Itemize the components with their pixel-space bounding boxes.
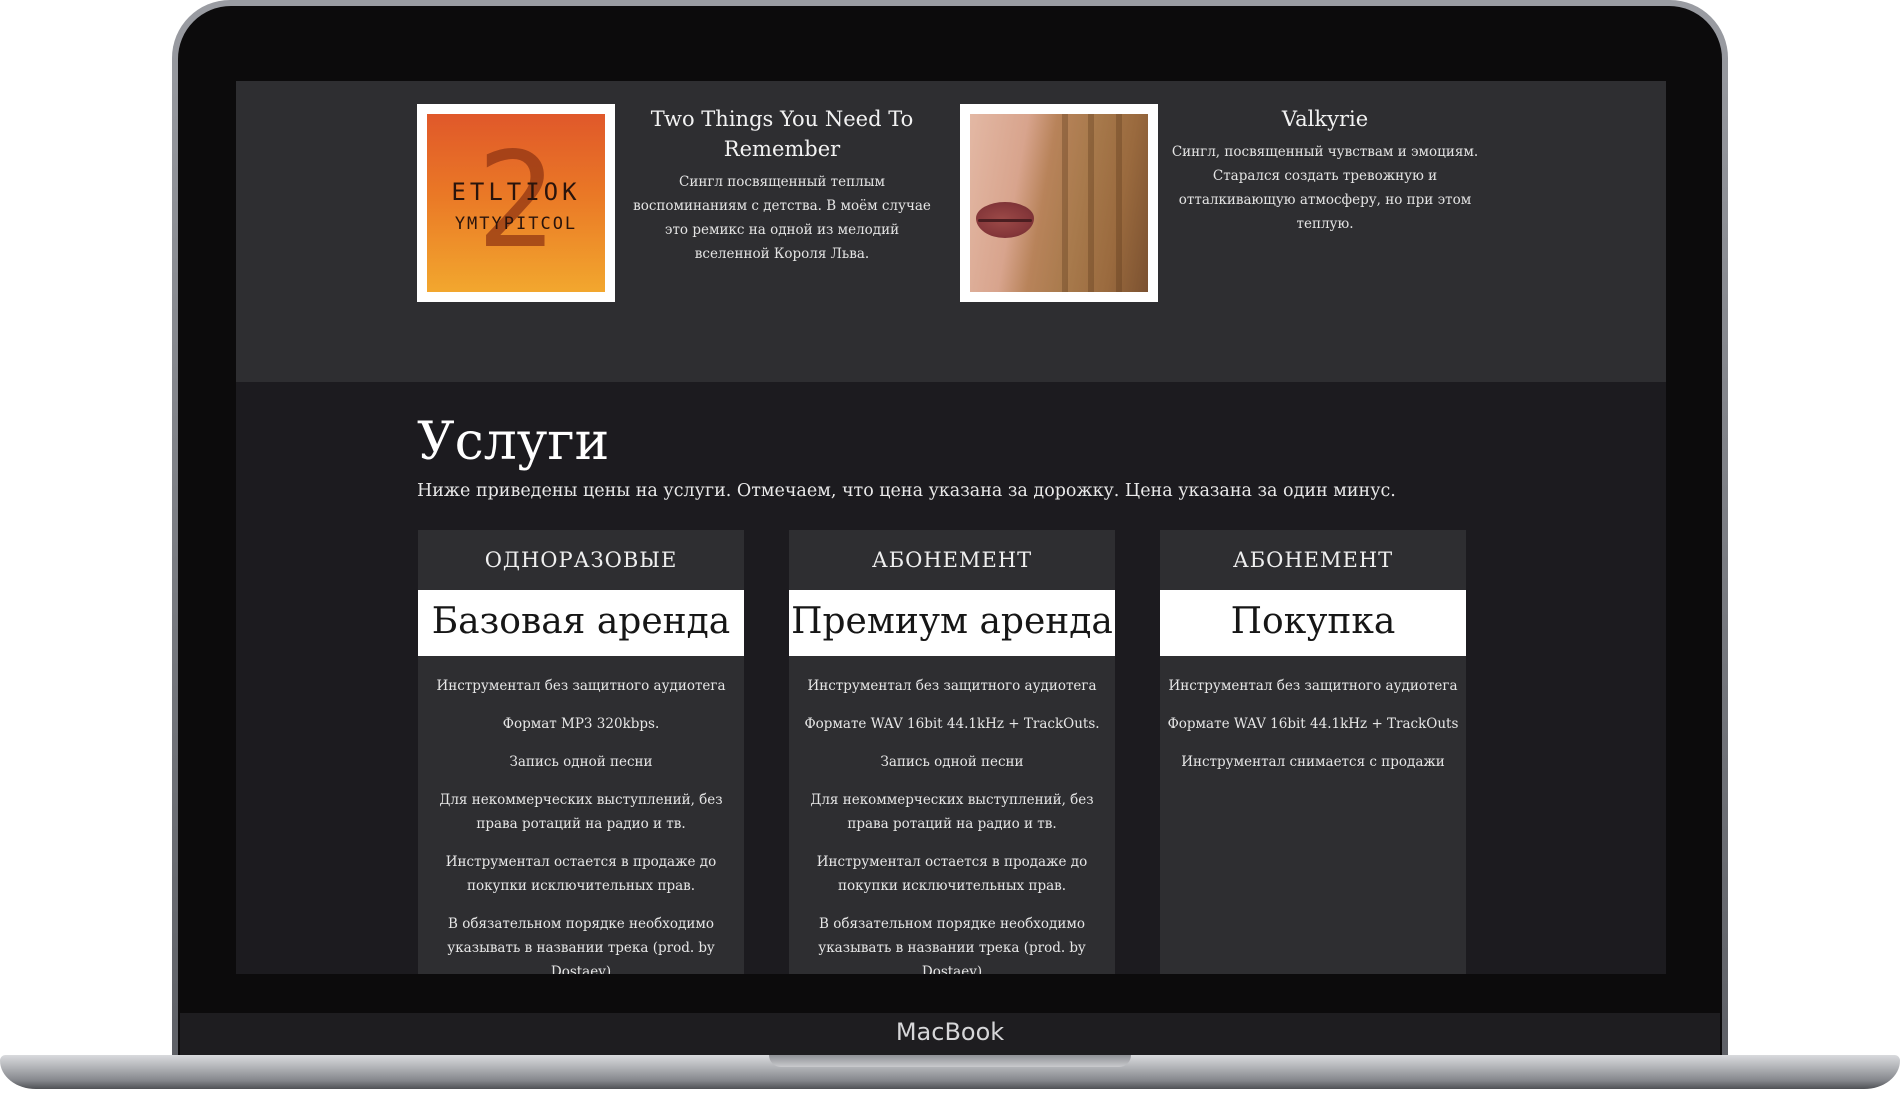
release-info: Two Things You Need To Remember Сингл по… bbox=[627, 104, 937, 266]
plan-feature: Формат MP3 320kbps. bbox=[502, 716, 660, 732]
release-cover[interactable]: 2 ETLTIOK YMTYPITCOL bbox=[417, 104, 615, 302]
release-title[interactable]: Valkyrie bbox=[1170, 104, 1480, 134]
release-title[interactable]: Two Things You Need To Remember bbox=[627, 104, 937, 164]
plan-feature: Формате WAV 16bit 44.1kHz + TrackOuts bbox=[1167, 716, 1459, 732]
plan-features: Инструментал без защитного аудиотега Фор… bbox=[418, 656, 744, 974]
hair-texture bbox=[1062, 114, 1068, 292]
laptop-brand-label: MacBook bbox=[895, 1018, 1005, 1046]
plan-feature: Инструментал без защитного аудиотега bbox=[1168, 678, 1458, 694]
plan-feature: Инструментал без защитного аудиотега bbox=[436, 678, 726, 694]
hair-texture bbox=[1088, 114, 1094, 292]
releases-section: 2 ETLTIOK YMTYPITCOL Two Things You Need… bbox=[236, 81, 1666, 382]
pricing-card: АБОНЕМЕНТ Премиум аренда Инструментал бе… bbox=[789, 530, 1115, 974]
release-info: Valkyrie Сингл, посвященный чувствам и э… bbox=[1170, 104, 1480, 236]
cover-art-letters-bottom: YMTYPITCOL bbox=[454, 214, 578, 234]
plan-feature: Для некоммерческих выступлений, без прав… bbox=[810, 792, 1094, 832]
plan-name[interactable]: Премиум аренда bbox=[789, 590, 1115, 656]
laptop-hinge-notch bbox=[769, 1055, 1131, 1067]
services-intro: Ниже приведены цены на услуги. Отмечаем,… bbox=[417, 481, 1396, 501]
plan-feature: Для некоммерческих выступлений, без прав… bbox=[439, 792, 723, 832]
plan-name[interactable]: Базовая аренда bbox=[418, 590, 744, 656]
release-card: Valkyrie Сингл, посвященный чувствам и э… bbox=[960, 104, 1550, 314]
plan-type: АБОНЕМЕНТ bbox=[1232, 548, 1394, 572]
screen: 2 ETLTIOK YMTYPITCOL Two Things You Need… bbox=[236, 81, 1666, 974]
release-cover[interactable] bbox=[960, 104, 1158, 302]
plan-type: АБОНЕМЕНТ bbox=[871, 548, 1033, 572]
pricing-card: ОДНОРАЗОВЫЕ Базовая аренда Инструментал … bbox=[418, 530, 744, 974]
cover-art-letters-top: ETLTIOK bbox=[451, 178, 581, 206]
plan-feature: Инструментал без защитного аудиотега bbox=[807, 678, 1097, 694]
pricing-card: АБОНЕМЕНТ Покупка Инструментал без защит… bbox=[1160, 530, 1466, 974]
release-description: Сингл, посвященный чувствам и эмоциям. С… bbox=[1171, 144, 1479, 232]
release-description: Сингл посвященный теплым воспоминаниям с… bbox=[633, 174, 931, 262]
plan-features: Инструментал без защитного аудиотега Фор… bbox=[789, 656, 1115, 974]
services-heading: Услуги bbox=[417, 412, 610, 472]
plan-name[interactable]: Покупка bbox=[1160, 590, 1466, 656]
plan-features: Инструментал без защитного аудиотега Фор… bbox=[1160, 656, 1466, 774]
plan-feature: В обязательном порядке необходимо указыв… bbox=[818, 916, 1086, 974]
plan-feature: Формате WAV 16bit 44.1kHz + TrackOuts. bbox=[804, 716, 1100, 732]
plan-feature: В обязательном порядке необходимо указыв… bbox=[447, 916, 715, 974]
plan-type: ОДНОРАЗОВЫЕ bbox=[484, 548, 678, 572]
lips-line bbox=[978, 219, 1032, 222]
cover-photo-image bbox=[970, 114, 1148, 292]
release-card: 2 ETLTIOK YMTYPITCOL Two Things You Need… bbox=[417, 104, 1007, 314]
plan-feature: Инструментал снимается с продажи bbox=[1181, 754, 1445, 770]
plan-feature: Инструментал остается в продаже до покуп… bbox=[816, 854, 1088, 894]
plan-feature: Запись одной песни bbox=[509, 754, 653, 770]
plan-feature: Инструментал остается в продаже до покуп… bbox=[445, 854, 717, 894]
plan-feature: Запись одной песни bbox=[880, 754, 1024, 770]
cover-art-image: 2 ETLTIOK YMTYPITCOL bbox=[427, 114, 605, 292]
hair-texture bbox=[1116, 114, 1122, 292]
